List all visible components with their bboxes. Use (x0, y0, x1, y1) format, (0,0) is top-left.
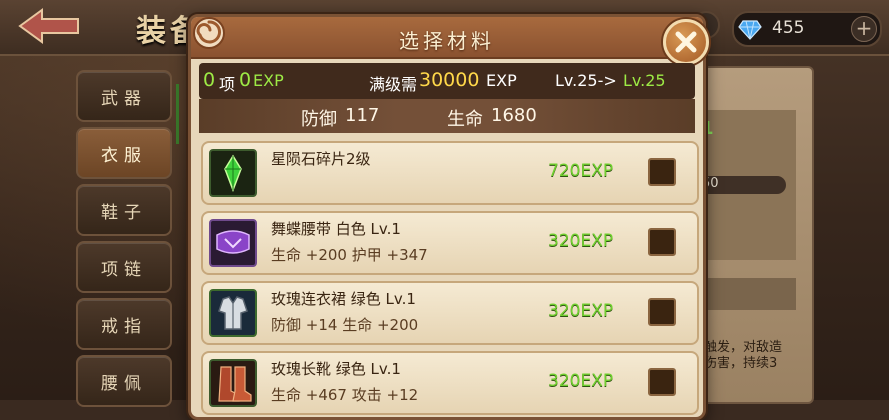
close-icon (675, 31, 697, 53)
purple-belt-icon (209, 219, 257, 267)
green-crystal-icon (209, 149, 257, 197)
exp-summary-bar: 0 项 0 EXP 满级需 30000 EXP Lv.25-> Lv.25 (199, 63, 695, 99)
material-item[interactable]: 玫瑰连衣裙 绿色 Lv.1 防御 +14 生命 +200 320EXP (201, 281, 699, 345)
max-level-exp-unit: EXP (486, 71, 517, 90)
sidebar-item-label: 衣服 (101, 145, 147, 166)
sidebar-item-label: 戒指 (101, 316, 147, 337)
sidebar-item-label: 项链 (101, 259, 147, 280)
sidebar-item-clothes[interactable]: 衣服 (76, 127, 172, 179)
material-name: 玫瑰长靴 绿色 Lv.1 (271, 360, 401, 378)
detail-section-header (700, 278, 796, 310)
select-material-dialog: 选择材料 0 项 0 EXP 满级需 30000 EXP Lv.25-> Lv.… (188, 14, 709, 420)
gem-value: 455 (772, 18, 805, 38)
gem-counter: 455 + (732, 11, 882, 47)
sidebar-item-shoes[interactable]: 鞋子 (76, 184, 172, 236)
material-item[interactable]: 星陨石碎片2级 720EXP (201, 141, 699, 205)
sidebar-item-label: 武器 (101, 88, 147, 109)
armor-dress-icon (209, 289, 257, 337)
material-exp: 320EXP (548, 301, 614, 321)
selected-exp-value: 0 (239, 69, 252, 91)
material-checkbox[interactable] (648, 368, 676, 396)
sidebar-item-ring[interactable]: 戒指 (76, 298, 172, 350)
material-name: 玫瑰连衣裙 绿色 Lv.1 (271, 290, 416, 308)
material-stats: 生命 +467 攻击 +12 (271, 386, 419, 404)
dialog-header: 选择材料 (191, 17, 703, 59)
material-name: 舞蝶腰带 白色 Lv.1 (271, 220, 401, 238)
material-checkbox[interactable] (648, 158, 676, 186)
back-arrow-icon (18, 8, 79, 44)
hp-label: 生命 (447, 109, 483, 130)
sidebar-item-weapon[interactable]: 武器 (76, 70, 172, 122)
defense-label: 防御 (301, 109, 337, 130)
material-exp: 320EXP (548, 231, 614, 251)
max-level-exp: 30000 (419, 69, 480, 91)
add-gem-button[interactable]: + (851, 16, 877, 42)
material-item[interactable]: 舞蝶腰带 白色 Lv.1 生命 +200 护甲 +347 320EXP (201, 211, 699, 275)
sidebar-item-pendant[interactable]: 腰佩 (76, 355, 172, 407)
material-checkbox[interactable] (648, 298, 676, 326)
close-button[interactable] (663, 19, 709, 65)
sidebar-item-label: 鞋子 (101, 202, 147, 223)
selected-count: 0 (203, 69, 216, 91)
sidebar-item-necklace[interactable]: 项链 (76, 241, 172, 293)
material-stats: 防御 +14 生命 +200 (271, 316, 419, 334)
detail-description: 触发，对敌造 伤害，持续3 (704, 340, 782, 372)
dialog-title: 选择材料 (399, 29, 495, 53)
selected-count-label: 项 (219, 75, 236, 94)
level-from: Lv.25-> (555, 71, 617, 90)
material-exp: 320EXP (548, 371, 614, 391)
material-stats: 生命 +200 护甲 +347 (271, 246, 428, 264)
detail-desc-line: 伤害，持续3 (704, 356, 778, 371)
level-to: Lv.25 (623, 71, 666, 90)
selected-exp-unit: EXP (253, 71, 284, 90)
material-item[interactable]: 玫瑰长靴 绿色 Lv.1 生命 +467 攻击 +12 320EXP (201, 351, 699, 415)
max-level-label: 满级需 (369, 75, 418, 94)
defense-value: 117 (345, 105, 380, 126)
current-stats-bar: 防御 117 生命 1680 (199, 99, 695, 133)
diamond-icon (738, 20, 762, 40)
hp-value: 1680 (491, 105, 537, 126)
detail-desc-line: 触发，对敌造 (704, 340, 783, 355)
material-name: 星陨石碎片2级 (271, 150, 371, 168)
material-checkbox[interactable] (648, 228, 676, 256)
sidebar-item-label: 腰佩 (101, 373, 147, 394)
material-exp: 720EXP (548, 161, 614, 181)
back-button[interactable] (18, 8, 82, 44)
